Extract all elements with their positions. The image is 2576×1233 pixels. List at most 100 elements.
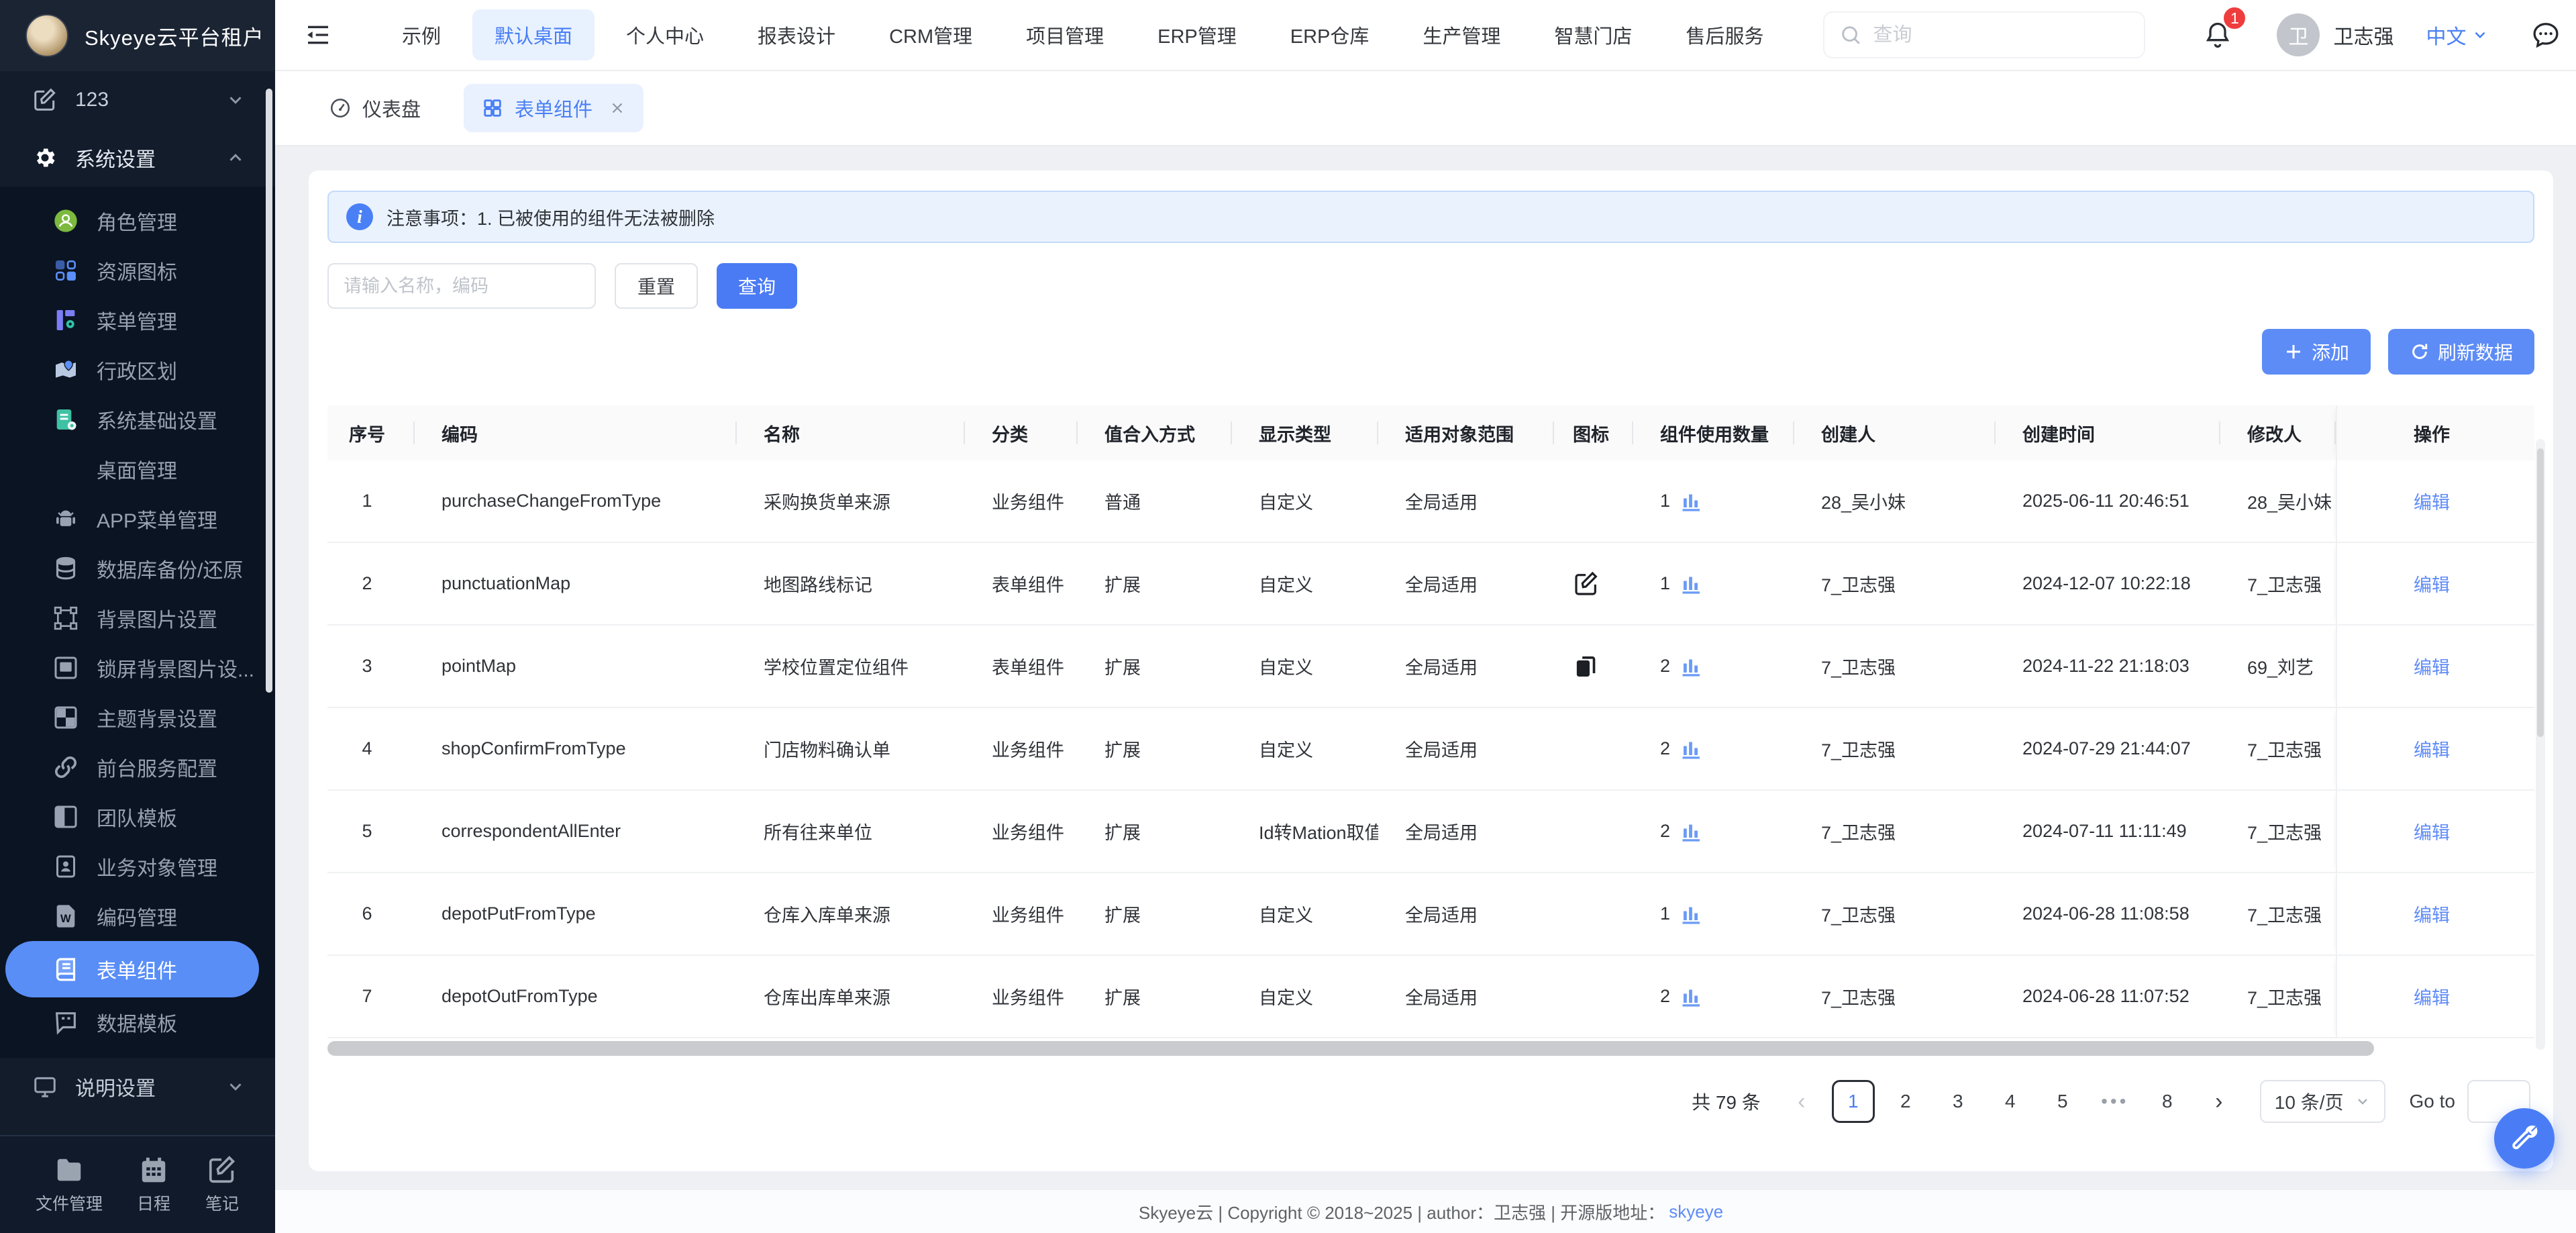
page-number[interactable]: 1 — [1832, 1080, 1875, 1123]
table-row: 3pointMap学校位置定位组件表单组件扩展自定义全局适用27_卫志强2024… — [327, 626, 2534, 708]
sidebar-item[interactable]: 锁屏背景图片设... — [5, 643, 259, 693]
nav-item[interactable]: 个人中心 — [604, 9, 726, 60]
cell-code: pointMap — [415, 626, 737, 707]
footer-link[interactable]: skyeye — [1669, 1201, 1723, 1222]
next-page-icon[interactable]: › — [2201, 1080, 2237, 1123]
sidebar-item[interactable]: 桌面管理 — [5, 444, 259, 494]
tab-item[interactable]: 仪表盘 — [311, 84, 438, 132]
cell-scope: 全局适用 — [1378, 626, 1554, 707]
sidebar-item[interactable]: 行政区划 — [5, 345, 259, 395]
nav-item[interactable]: CRM管理 — [867, 9, 994, 60]
dock-item-folder[interactable]: 文件管理 — [36, 1154, 103, 1215]
add-button[interactable]: 添加 — [2262, 329, 2371, 375]
refresh-button[interactable]: 刷新数据 — [2388, 329, 2534, 375]
sidebar-item[interactable]: 资源图标 — [5, 246, 259, 295]
edit-link[interactable]: 编辑 — [2414, 571, 2450, 597]
dock-item-calendar[interactable]: 日程 — [136, 1154, 171, 1215]
cell-scope: 全局适用 — [1378, 543, 1554, 624]
notification-bell[interactable]: 1 — [2203, 19, 2232, 51]
page-number[interactable]: 8 — [2146, 1080, 2189, 1123]
sidebar-scrollbar[interactable] — [266, 89, 272, 693]
page-size-select[interactable]: 10 条/页 — [2260, 1080, 2385, 1123]
bar-chart-icon[interactable] — [1680, 572, 1704, 596]
page-size-value: 10 条/页 — [2275, 1088, 2344, 1115]
dock-item-note[interactable]: 笔记 — [205, 1154, 240, 1215]
sidebar-item[interactable]: 数据库备份/还原 — [5, 544, 259, 593]
sidebar-workspace[interactable]: 123 — [0, 71, 275, 129]
tab-active[interactable]: 表单组件 — [464, 84, 643, 132]
cell-name: 仓库入库单来源 — [737, 873, 965, 954]
cell-no: 2 — [327, 543, 415, 624]
sidebar-group-system-settings[interactable]: 系统设置 — [0, 129, 275, 187]
sidebar-group-explain-settings[interactable]: 说明设置 — [0, 1058, 275, 1116]
prev-page-icon[interactable]: ‹ — [1784, 1080, 1820, 1123]
vscroll-thumb[interactable] — [2537, 448, 2544, 737]
sidebar-item[interactable]: W编码管理 — [5, 891, 259, 941]
search-icon — [1839, 23, 1862, 46]
top-search[interactable] — [1823, 11, 2145, 58]
sidebar-item[interactable]: 业务对象管理 — [5, 842, 259, 891]
sidebar-item[interactable]: 团队模板 — [5, 792, 259, 842]
settings-fab[interactable] — [2494, 1108, 2555, 1169]
bar-chart-icon[interactable] — [1680, 654, 1704, 679]
sidebar: 123 系统设置 角色管理资源图标菜单管理行政区划系统基础设置桌面管理APP菜单… — [0, 71, 275, 1233]
sidebar-item[interactable]: 主题背景设置 — [5, 693, 259, 742]
message-bubble-icon[interactable] — [2530, 19, 2561, 50]
sidebar-item[interactable]: 背景图片设置 — [5, 593, 259, 643]
nav-item[interactable]: 示例 — [380, 9, 463, 60]
nav-item[interactable]: ERP仓库 — [1268, 9, 1392, 60]
bar-chart-icon[interactable] — [1680, 985, 1704, 1009]
cell-actions: 编辑 — [2336, 708, 2534, 789]
edit-link[interactable]: 编辑 — [2414, 818, 2450, 844]
user-avatar[interactable]: 卫 — [2277, 13, 2320, 56]
sidebar-menu: 123 系统设置 角色管理资源图标菜单管理行政区划系统基础设置桌面管理APP菜单… — [0, 71, 275, 1135]
nav-item[interactable]: ERP管理 — [1135, 9, 1259, 60]
language-switch[interactable]: 中文 — [2426, 20, 2489, 50]
edit-link[interactable]: 编辑 — [2414, 488, 2450, 514]
bar-chart-icon[interactable] — [1680, 737, 1704, 761]
edit-link[interactable]: 编辑 — [2414, 653, 2450, 679]
nav-item[interactable]: 报表设计 — [735, 9, 858, 60]
cell-usage: 2 — [1633, 791, 1794, 872]
vertical-scrollbar[interactable] — [2536, 439, 2545, 1050]
bar-chart-icon[interactable] — [1680, 489, 1704, 513]
search-input[interactable] — [1873, 24, 2129, 46]
cell-created: 2024-11-22 21:18:03 — [1996, 626, 2220, 707]
nav-item[interactable]: 智慧门店 — [1532, 9, 1654, 60]
bar-chart-icon[interactable] — [1680, 820, 1704, 844]
cell-value_mode: 扩展 — [1078, 708, 1232, 789]
page-number[interactable]: 3 — [1937, 1080, 1979, 1123]
topbar: Skyeye云平台租户 示例默认桌面个人中心报表设计CRM管理项目管理ERP管理… — [0, 0, 2576, 71]
sidebar-item[interactable]: 角色管理 — [5, 196, 259, 246]
tab-label: 仪表盘 — [362, 94, 421, 122]
hscroll-thumb[interactable] — [327, 1041, 2374, 1056]
bar-chart-icon[interactable] — [1680, 902, 1704, 926]
edit-link[interactable]: 编辑 — [2414, 736, 2450, 762]
page-number[interactable]: 5 — [2041, 1080, 2084, 1123]
sidebar-item[interactable]: 数据模板 — [5, 997, 259, 1047]
nav-item[interactable]: 项目管理 — [1004, 9, 1126, 60]
cell-code: depotPutFromType — [415, 873, 737, 954]
sidebar-item[interactable]: 系统基础设置 — [5, 395, 259, 444]
edit-link[interactable]: 编辑 — [2414, 901, 2450, 927]
sidebar-item[interactable]: 菜单管理 — [5, 295, 259, 345]
reset-button[interactable]: 重置 — [615, 263, 698, 309]
cell-display_type: Id转Mation取值转 — [1232, 791, 1378, 872]
menu-fold-icon[interactable] — [303, 21, 333, 48]
cell-display_type: 自定义 — [1232, 626, 1378, 707]
sidebar-item[interactable]: 前台服务配置 — [5, 742, 259, 792]
query-button[interactable]: 查询 — [717, 263, 797, 309]
name-code-input[interactable] — [327, 263, 596, 309]
cell-category: 业务组件 — [965, 708, 1078, 789]
page-number[interactable]: 4 — [1989, 1080, 2032, 1123]
user-name[interactable]: 卫志强 — [2333, 20, 2393, 50]
sidebar-item[interactable]: APP菜单管理 — [5, 494, 259, 544]
page-number[interactable]: 2 — [1884, 1080, 1927, 1123]
edit-link[interactable]: 编辑 — [2414, 983, 2450, 1009]
nav-item[interactable]: 生产管理 — [1400, 9, 1523, 60]
sidebar-item[interactable]: 表单组件 — [5, 941, 259, 997]
column-header: 创建时间 — [1996, 405, 2220, 460]
horizontal-scrollbar[interactable] — [327, 1041, 2534, 1056]
nav-item[interactable]: 默认桌面 — [472, 9, 595, 60]
nav-item[interactable]: 售后服务 — [1663, 9, 1786, 60]
